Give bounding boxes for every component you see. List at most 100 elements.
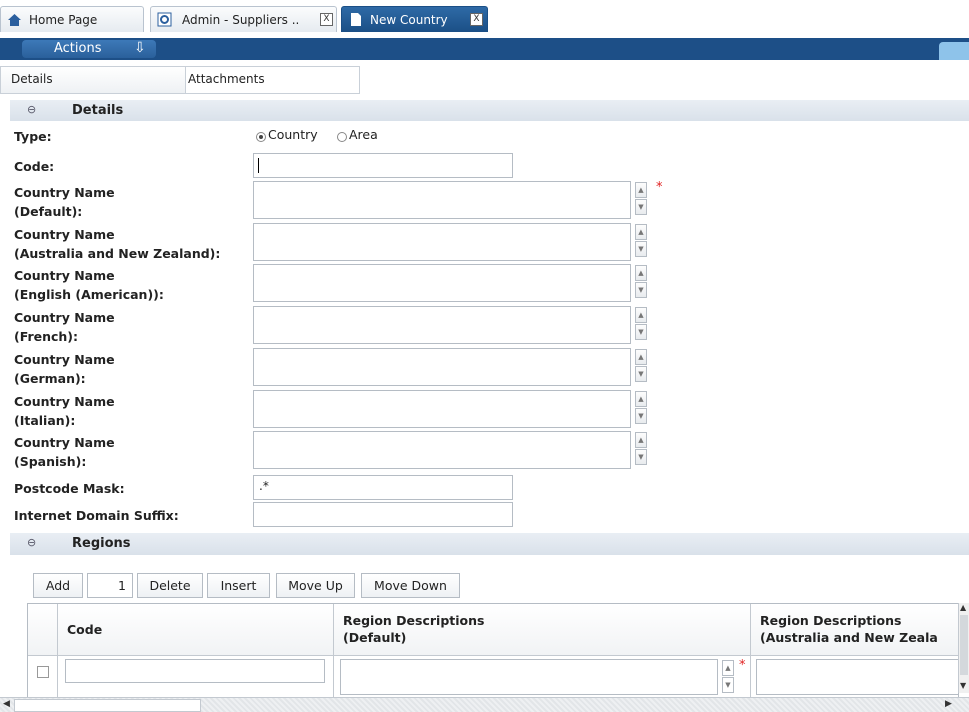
close-tab-icon[interactable]: X [470, 13, 483, 26]
code-input[interactable] [253, 153, 513, 178]
scroll-down-icon[interactable]: ▼ [635, 199, 647, 215]
country-name-spanish-label: Country Name (Spanish): [14, 435, 115, 469]
section-title: Regions [72, 536, 131, 551]
scroll-up-icon[interactable]: ▲ [722, 660, 734, 676]
collapse-icon[interactable]: ⊖ [27, 536, 36, 549]
country-name-english-field[interactable] [253, 264, 631, 302]
delete-button[interactable]: Delete [137, 573, 203, 598]
scroll-up-icon[interactable]: ▲ [635, 265, 647, 281]
scrollbar-thumb[interactable] [960, 615, 968, 675]
scroll-up-icon[interactable]: ▲ [635, 224, 647, 240]
scroll-right-icon[interactable]: ▶ [945, 699, 952, 709]
postcode-mask-label: Postcode Mask: [14, 481, 125, 496]
regions-grid: Code Region Descriptions (Default) Regio… [27, 603, 959, 699]
scroll-down-arrow-icon[interactable]: ▼ [960, 681, 966, 690]
scroll-up-icon[interactable]: ▲ [635, 391, 647, 407]
tab-new-country[interactable]: New Country X [341, 6, 488, 32]
scroll-down-icon[interactable]: ▼ [635, 324, 647, 340]
document-icon [351, 13, 361, 26]
scroll-up-icon[interactable]: ▲ [635, 182, 647, 198]
select-column-header [28, 604, 58, 656]
insert-label: Insert [220, 578, 257, 593]
document-tab-bar: Home Page Admin - Suppliers .. X New Cou… [0, 0, 969, 38]
insert-button[interactable]: Insert [207, 573, 270, 598]
scroll-up-icon[interactable]: ▲ [635, 307, 647, 323]
actions-button[interactable]: Actions ⇩ [22, 40, 156, 58]
delete-label: Delete [149, 578, 191, 593]
table-row-code-cell [58, 656, 334, 698]
actions-bar: Actions ⇩ [0, 38, 969, 60]
radio-area[interactable] [337, 132, 347, 142]
tab-label: Home Page [29, 13, 98, 27]
tab-label: New Country [370, 13, 448, 27]
scroll-down-icon[interactable]: ▼ [722, 677, 734, 693]
regions-section-header[interactable]: ⊖ Regions [10, 533, 969, 555]
row-count-value: 1 [118, 578, 126, 593]
country-name-default-field[interactable] [253, 181, 631, 219]
subtab-label: Details [11, 72, 53, 86]
scroll-down-icon[interactable]: ▼ [635, 241, 647, 257]
panel-toggle-icon[interactable] [939, 42, 969, 60]
arrow-down-icon: ⇩ [134, 40, 146, 56]
table-row-default-cell: ▲ ▼ * [334, 656, 751, 698]
tab-admin-suppliers[interactable]: Admin - Suppliers .. X [150, 6, 337, 32]
scroll-left-icon[interactable]: ◀ [3, 699, 10, 709]
country-name-anz-field[interactable] [253, 223, 631, 261]
radio-country[interactable] [256, 132, 266, 142]
section-title: Details [72, 103, 124, 118]
scroll-down-icon[interactable]: ▼ [635, 408, 647, 424]
radio-country-label: Country [268, 127, 318, 142]
region-code-input[interactable] [65, 659, 325, 683]
country-name-english-label: Country Name (English (American)): [14, 268, 164, 302]
internet-domain-suffix-input[interactable] [253, 502, 513, 527]
postcode-mask-input[interactable]: .* [253, 475, 513, 500]
details-section-header[interactable]: ⊖ Details [10, 100, 969, 121]
move-up-button[interactable]: Move Up [276, 573, 355, 598]
internet-domain-suffix-label: Internet Domain Suffix: [14, 508, 179, 523]
column-header-region-default[interactable]: Region Descriptions (Default) [334, 604, 751, 656]
text-cursor [258, 158, 259, 173]
type-label: Type: [14, 129, 52, 144]
column-header-region-anz[interactable]: Region Descriptions (Australia and New Z… [751, 604, 958, 656]
scroll-down-icon[interactable]: ▼ [635, 449, 647, 465]
collapse-icon[interactable]: ⊖ [27, 103, 36, 116]
subtab-attachments[interactable]: Attachments [185, 66, 360, 94]
scroll-up-arrow-icon[interactable]: ▲ [960, 603, 966, 612]
country-name-german-label: Country Name (German): [14, 352, 115, 386]
country-name-italian-field[interactable] [253, 390, 631, 428]
table-row-select-cell [28, 656, 58, 698]
move-down-button[interactable]: Move Down [361, 573, 460, 598]
scroll-down-icon[interactable]: ▼ [635, 282, 647, 298]
region-description-anz-field[interactable] [756, 659, 958, 695]
scroll-up-icon[interactable]: ▲ [635, 432, 647, 448]
country-name-german-field[interactable] [253, 348, 631, 386]
scroll-down-icon[interactable]: ▼ [635, 366, 647, 382]
tab-label: Admin - Suppliers .. [182, 13, 300, 27]
country-name-french-field[interactable] [253, 306, 631, 344]
scroll-up-icon[interactable]: ▲ [635, 349, 647, 365]
admin-gear-icon [157, 12, 172, 27]
row-checkbox[interactable] [37, 666, 49, 678]
postcode-mask-value: .* [259, 479, 269, 493]
tab-home-page[interactable]: Home Page [0, 6, 144, 32]
scrollbar-thumb[interactable] [14, 699, 201, 712]
vertical-scrollbar[interactable]: ▲ ▼ [958, 603, 969, 693]
country-name-spanish-field[interactable] [253, 431, 631, 469]
subtab-details[interactable]: Details [0, 66, 186, 94]
code-label: Code: [14, 159, 55, 174]
horizontal-scrollbar[interactable]: ◀ ▶ [0, 697, 969, 712]
column-header-code[interactable]: Code [58, 604, 334, 656]
move-down-label: Move Down [374, 578, 447, 593]
detail-tabs: Details Attachments [0, 62, 969, 98]
region-description-default-field[interactable] [340, 659, 718, 695]
add-label: Add [45, 578, 71, 593]
add-button[interactable]: Add [33, 573, 83, 598]
subtab-label: Attachments [188, 72, 265, 86]
close-tab-icon[interactable]: X [320, 13, 333, 26]
table-row-anz-cell [751, 656, 958, 698]
actions-label: Actions [54, 41, 102, 56]
country-name-french-label: Country Name (French): [14, 310, 115, 344]
required-icon: * [739, 658, 746, 673]
move-up-label: Move Up [288, 578, 343, 593]
row-count-input[interactable]: 1 [87, 573, 133, 598]
